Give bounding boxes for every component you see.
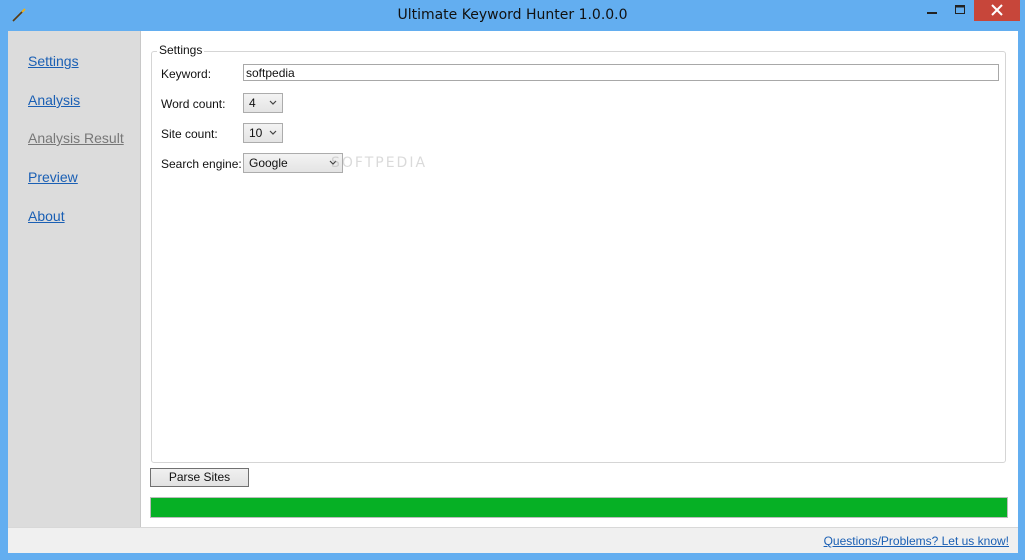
settings-group-title: Settings	[157, 43, 205, 57]
window-title: Ultimate Keyword Hunter 1.0.0.0	[397, 7, 628, 23]
progress-bar	[150, 497, 1008, 518]
site-count-value: 10	[249, 126, 263, 140]
search-engine-label: Search engine:	[161, 157, 242, 171]
title-bar[interactable]: Ultimate Keyword Hunter 1.0.0.0	[0, 0, 1025, 31]
watermark: SOFTPEDIA	[331, 155, 428, 171]
close-icon	[991, 4, 1003, 16]
keyword-input[interactable]: softpedia	[243, 64, 999, 81]
settings-panel: Settings Keyword: softpedia Word count: …	[141, 31, 1018, 527]
chevron-down-icon	[269, 100, 277, 105]
client-area: Settings Analysis Analysis Result Previe…	[8, 31, 1018, 553]
minimize-icon	[927, 12, 937, 14]
sidebar-item-about[interactable]: About	[28, 208, 65, 224]
status-bar: Questions/Problems? Let us know!	[8, 527, 1018, 553]
help-link[interactable]: Questions/Problems? Let us know!	[824, 534, 1009, 548]
word-count-dropdown[interactable]: 4	[243, 93, 283, 113]
search-engine-value: Google	[249, 156, 288, 170]
progress-fill	[151, 498, 1007, 517]
search-engine-dropdown[interactable]: Google	[243, 153, 343, 173]
close-button[interactable]	[974, 0, 1020, 21]
app-window: Ultimate Keyword Hunter 1.0.0.0 Settings…	[0, 0, 1025, 560]
chevron-down-icon	[269, 130, 277, 135]
sidebar-item-analysis-result[interactable]: Analysis Result	[28, 130, 124, 146]
site-count-dropdown[interactable]: 10	[243, 123, 283, 143]
keyword-label: Keyword:	[161, 67, 212, 81]
maximize-icon	[955, 5, 965, 14]
maximize-button[interactable]	[946, 0, 974, 21]
sidebar-item-analysis[interactable]: Analysis	[28, 92, 80, 108]
word-count-label: Word count:	[161, 97, 226, 111]
minimize-button[interactable]	[918, 0, 946, 21]
parse-sites-button[interactable]: Parse Sites	[150, 468, 249, 487]
sidebar-item-preview[interactable]: Preview	[28, 169, 78, 185]
word-count-value: 4	[249, 96, 256, 110]
sidebar-item-settings[interactable]: Settings	[28, 53, 79, 69]
sidebar: Settings Analysis Analysis Result Previe…	[8, 31, 141, 527]
site-count-label: Site count:	[161, 127, 218, 141]
